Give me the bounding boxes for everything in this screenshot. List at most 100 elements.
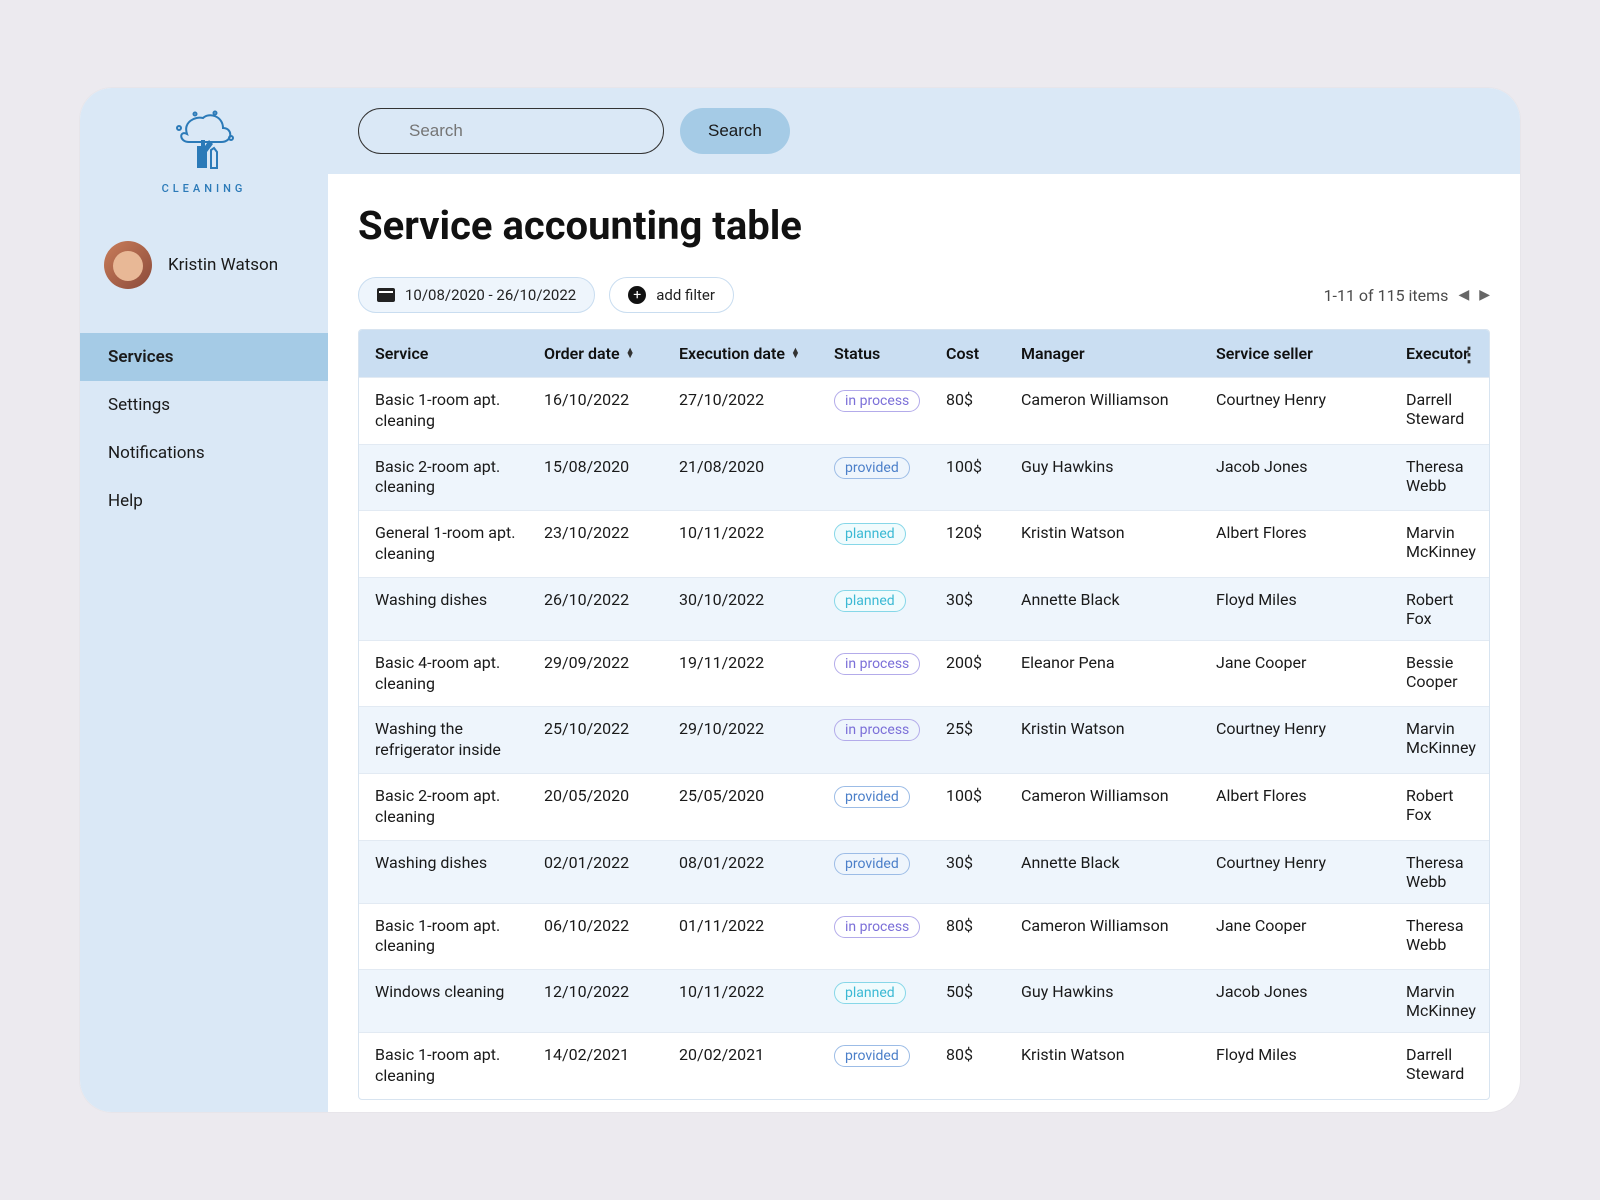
cell-manager: Eleanor Pena	[1011, 641, 1206, 707]
cell-executor: Robert Fox	[1396, 578, 1489, 640]
pagination-summary: 1-11 of 115 items	[1324, 286, 1449, 305]
table-row[interactable]: General 1-room apt. cleaning23/10/202210…	[359, 510, 1489, 577]
cell-execution-date: 25/05/2020	[669, 774, 824, 840]
current-user[interactable]: Kristin Watson	[80, 205, 328, 313]
cell-executor: Darrell Steward	[1396, 1033, 1489, 1099]
th-manager[interactable]: Manager	[1011, 330, 1206, 377]
table-row[interactable]: Basic 2-room apt. cleaning20/05/202025/0…	[359, 773, 1489, 840]
cell-status: provided	[824, 445, 936, 511]
sidebar-item-help[interactable]: Help	[80, 477, 328, 525]
cell-cost: 25$	[936, 707, 1011, 773]
table-row[interactable]: Basic 4-room apt. cleaning29/09/202219/1…	[359, 640, 1489, 707]
cell-manager: Kristin Watson	[1011, 511, 1206, 577]
table-row[interactable]: Washing dishes26/10/202230/10/2022planne…	[359, 577, 1489, 640]
th-cost[interactable]: Cost	[936, 330, 1011, 377]
th-order-date[interactable]: Order date ▲▼	[534, 330, 669, 377]
cell-cost: 120$	[936, 511, 1011, 577]
cell-seller: Jacob Jones	[1206, 445, 1396, 511]
table-row[interactable]: Basic 1-room apt. cleaning14/02/202120/0…	[359, 1032, 1489, 1099]
table-row[interactable]: Windows cleaning12/10/202210/11/2022plan…	[359, 969, 1489, 1032]
table-row[interactable]: Basic 1-room apt. cleaning16/10/202227/1…	[359, 377, 1489, 444]
cell-service: Basic 1-room apt. cleaning	[359, 378, 534, 444]
cell-seller: Floyd Miles	[1206, 1033, 1396, 1099]
status-badge: provided	[834, 1045, 910, 1067]
th-status[interactable]: Status	[824, 330, 936, 377]
date-range-filter[interactable]: 10/08/2020 - 26/10/2022	[358, 277, 595, 313]
cell-cost: 100$	[936, 774, 1011, 840]
cell-cost: 30$	[936, 578, 1011, 640]
cell-executor: Theresa Webb	[1396, 841, 1489, 903]
cell-cost: 80$	[936, 1033, 1011, 1099]
cell-executor: Darrell Steward	[1396, 378, 1489, 444]
table-row[interactable]: Basic 1-room apt. cleaning06/10/202201/1…	[359, 903, 1489, 970]
add-filter-label: add filter	[656, 286, 715, 304]
cell-service: Basic 4-room apt. cleaning	[359, 641, 534, 707]
user-name: Kristin Watson	[168, 255, 278, 275]
table-row[interactable]: Washing dishes02/01/202208/01/2022provid…	[359, 840, 1489, 903]
cell-executor: Marvin McKinney	[1396, 970, 1489, 1032]
cell-executor: Marvin McKinney	[1396, 707, 1489, 773]
cell-manager: Guy Hawkins	[1011, 970, 1206, 1032]
cell-order-date: 06/10/2022	[534, 904, 669, 970]
cell-cost: 200$	[936, 641, 1011, 707]
th-execution-date[interactable]: Execution date ▲▼	[669, 330, 824, 377]
cell-execution-date: 27/10/2022	[669, 378, 824, 444]
status-badge: in process	[834, 719, 920, 741]
cell-status: provided	[824, 774, 936, 840]
cell-executor: Theresa Webb	[1396, 445, 1489, 511]
cell-manager: Kristin Watson	[1011, 1033, 1206, 1099]
search-wrap	[358, 108, 664, 154]
cell-seller: Courtney Henry	[1206, 707, 1396, 773]
cell-executor: Bessie Cooper	[1396, 641, 1489, 707]
cell-manager: Cameron Williamson	[1011, 774, 1206, 840]
cell-executor: Theresa Webb	[1396, 904, 1489, 970]
table-more-icon[interactable]: ⋮	[1459, 342, 1477, 366]
page-next-icon[interactable]: ▶	[1479, 287, 1490, 303]
avatar	[104, 241, 152, 289]
sidebar-item-services[interactable]: Services	[80, 333, 328, 381]
search-input[interactable]	[358, 108, 664, 154]
cell-seller: Courtney Henry	[1206, 378, 1396, 444]
cell-status: planned	[824, 578, 936, 640]
sidebar: CLEANING Kristin Watson ServicesSettings…	[80, 88, 328, 1112]
logo-text: CLEANING	[162, 182, 247, 195]
cell-status: in process	[824, 641, 936, 707]
topbar: Search	[328, 88, 1520, 174]
table-row[interactable]: Washing the refrigerator inside25/10/202…	[359, 706, 1489, 773]
table-row[interactable]: Basic 2-room apt. cleaning15/08/202021/0…	[359, 444, 1489, 511]
cell-order-date: 02/01/2022	[534, 841, 669, 903]
cell-service: Basic 2-room apt. cleaning	[359, 774, 534, 840]
table-header: Service Order date ▲▼ Execution date ▲▼ …	[359, 330, 1489, 377]
cell-status: in process	[824, 378, 936, 444]
cell-service: Basic 1-room apt. cleaning	[359, 904, 534, 970]
cell-manager: Kristin Watson	[1011, 707, 1206, 773]
search-button[interactable]: Search	[680, 108, 790, 154]
cell-seller: Jane Cooper	[1206, 641, 1396, 707]
cell-cost: 50$	[936, 970, 1011, 1032]
logo: CLEANING	[80, 88, 328, 205]
th-seller[interactable]: Service seller	[1206, 330, 1396, 377]
cell-execution-date: 10/11/2022	[669, 511, 824, 577]
table-body: Basic 1-room apt. cleaning16/10/202227/1…	[359, 377, 1489, 1099]
sidebar-item-settings[interactable]: Settings	[80, 381, 328, 429]
toolbar-left: 10/08/2020 - 26/10/2022 + add filter	[358, 277, 734, 313]
sidebar-item-notifications[interactable]: Notifications	[80, 429, 328, 477]
th-service[interactable]: Service	[359, 330, 534, 377]
status-badge: in process	[834, 916, 920, 938]
cell-service: Washing dishes	[359, 841, 534, 903]
cell-status: planned	[824, 970, 936, 1032]
add-filter-button[interactable]: + add filter	[609, 277, 734, 313]
cell-seller: Floyd Miles	[1206, 578, 1396, 640]
cell-order-date: 26/10/2022	[534, 578, 669, 640]
cell-cost: 80$	[936, 904, 1011, 970]
page-prev-icon[interactable]: ◀	[1458, 287, 1469, 303]
cell-status: provided	[824, 841, 936, 903]
content: Service accounting table 10/08/2020 - 26…	[328, 174, 1520, 1112]
cell-service: General 1-room apt. cleaning	[359, 511, 534, 577]
status-badge: in process	[834, 653, 920, 675]
cell-order-date: 14/02/2021	[534, 1033, 669, 1099]
date-range-text: 10/08/2020 - 26/10/2022	[405, 286, 576, 304]
status-badge: provided	[834, 853, 910, 875]
cell-execution-date: 19/11/2022	[669, 641, 824, 707]
app-window: CLEANING Kristin Watson ServicesSettings…	[80, 88, 1520, 1112]
